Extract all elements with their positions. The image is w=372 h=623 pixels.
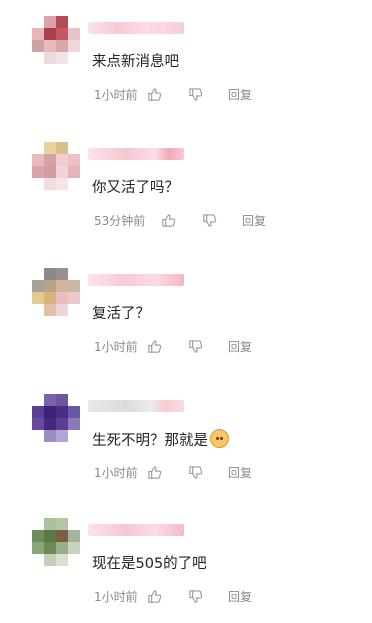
reply-button[interactable]: 回复: [228, 464, 252, 481]
username-blurred[interactable]: [88, 22, 184, 34]
comment-text: 现在是505的了吧: [92, 553, 207, 575]
thumbs-up-icon[interactable]: [146, 588, 162, 604]
avatar[interactable]: [32, 394, 80, 442]
doge-emoji-icon: [210, 429, 229, 448]
comment-text-content: 生死不明？那就是: [92, 433, 208, 449]
timestamp: 1小时前: [94, 465, 138, 480]
username-blurred[interactable]: [88, 400, 184, 412]
timestamp: 1小时前: [94, 589, 138, 604]
username-blurred[interactable]: [88, 274, 184, 286]
thumbs-up-icon[interactable]: [146, 86, 162, 102]
reply-button[interactable]: 回复: [228, 86, 252, 103]
thumbs-down-icon[interactable]: [187, 464, 203, 480]
avatar[interactable]: [32, 268, 80, 316]
comment-meta: 1小时前 回复: [94, 464, 252, 480]
username-blurred[interactable]: [88, 148, 184, 160]
comment-text-content: 复活了？: [92, 306, 150, 322]
comment-text: 你又活了吗？: [92, 177, 179, 199]
thumbs-up-icon[interactable]: [146, 338, 162, 354]
reply-button[interactable]: 回复: [228, 338, 252, 355]
timestamp: 1小时前: [94, 339, 138, 354]
timestamp: 53分钟前: [94, 213, 146, 228]
comment-item: 来点新消息吧 1小时前 回复: [0, 0, 372, 124]
comment-text: 来点新消息吧: [92, 51, 179, 73]
thumbs-up-icon[interactable]: [160, 212, 176, 228]
comment-meta: 1小时前 回复: [94, 588, 252, 604]
thumbs-down-icon[interactable]: [201, 212, 217, 228]
timestamp: 1小时前: [94, 87, 138, 102]
comment-item: 生死不明？那就是 1小时前 回复: [0, 378, 372, 502]
comment-text-content: 现在是505的了吧: [92, 556, 207, 572]
comment-item: 现在是505的了吧 1小时前 回复: [0, 502, 372, 623]
thumbs-down-icon[interactable]: [187, 588, 203, 604]
reply-button[interactable]: 回复: [228, 588, 252, 605]
thumbs-down-icon[interactable]: [187, 86, 203, 102]
avatar[interactable]: [32, 142, 80, 190]
comment-item: 你又活了吗？ 53分钟前 回复: [0, 126, 372, 250]
comment-text-content: 你又活了吗？: [92, 180, 179, 196]
comment-text: 生死不明？那就是: [92, 429, 229, 452]
comment-meta: 1小时前 回复: [94, 338, 252, 354]
username-blurred[interactable]: [88, 524, 184, 536]
avatar[interactable]: [32, 518, 80, 566]
thumbs-down-icon[interactable]: [187, 338, 203, 354]
comment-text-content: 来点新消息吧: [92, 54, 179, 70]
avatar[interactable]: [32, 16, 80, 64]
comment-item: 复活了？ 1小时前 回复: [0, 252, 372, 376]
comment-text: 复活了？: [92, 303, 150, 325]
comment-meta: 1小时前 回复: [94, 86, 252, 102]
reply-button[interactable]: 回复: [242, 212, 266, 229]
thumbs-up-icon[interactable]: [146, 464, 162, 480]
comment-meta: 53分钟前 回复: [94, 212, 266, 228]
